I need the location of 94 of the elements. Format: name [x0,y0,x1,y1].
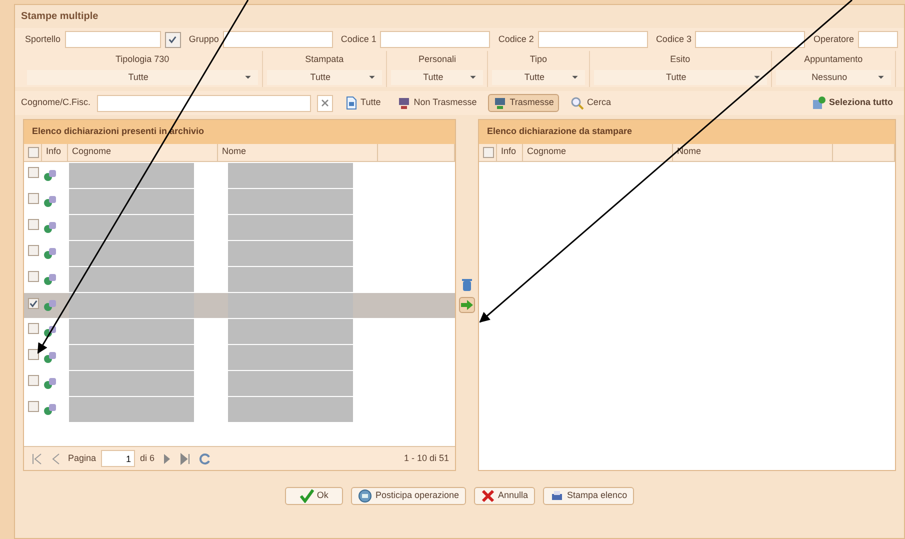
filter-button[interactable]: Trasmesse [488,94,559,112]
field-label: Codice 1 [340,32,376,46]
input-field[interactable] [538,31,648,48]
panel-header: Elenco dichiarazioni presenti in archivio [24,120,455,144]
input-field[interactable] [380,31,490,48]
checkbox[interactable] [28,401,39,412]
info-icon [43,272,57,286]
caret-icon [752,73,761,82]
caret-icon [877,73,886,82]
info-icon [43,194,57,208]
filter-label: Esito [669,53,692,66]
info-icon [43,350,57,364]
checkbox[interactable] [28,146,39,158]
close-icon [481,489,495,503]
info-icon [43,376,57,390]
action-button[interactable]: Stampa elenco [543,487,634,505]
column-header: Info [497,144,523,160]
checkbox[interactable] [28,167,39,178]
filter-label: Personali [417,53,457,66]
search-field[interactable] [96,94,311,112]
caret-icon [244,73,252,82]
info-icon [43,220,57,234]
page-field[interactable]: 1 [101,450,136,467]
page-count: di 6 [140,452,155,465]
caret-icon [368,73,376,82]
field-label: Cognome/C.Fisc. [21,96,91,110]
checkbox[interactable] [483,146,494,158]
window-title: Stampe multiple [20,10,100,24]
trash-icon [460,278,474,292]
record-count: 1 - 10 di 51 [404,452,449,465]
select-all-button[interactable]: Seleziona tutto [806,94,898,112]
pager-label: Pagina [68,452,96,465]
printer-icon [550,489,564,503]
right-arrow-icon [460,298,474,312]
document-icon [344,96,358,110]
computer-icon [396,96,411,110]
field-label: Codice 3 [656,32,692,46]
filter-label: Tipo [528,53,548,66]
info-icon [43,168,57,182]
check-icon [29,298,38,308]
filter-label: Stampata [304,53,345,66]
dropdown[interactable]: Tutte [594,70,767,85]
action-button[interactable]: Ok [284,487,344,505]
checkbox[interactable] [28,271,39,282]
check-icon [168,35,178,44]
column-header: Cognome [523,144,673,160]
caret-icon [570,73,579,82]
checkbox[interactable] [164,32,181,48]
column-header: Cognome [68,144,218,160]
checkbox[interactable] [28,298,39,309]
input-field[interactable] [64,31,161,48]
info-icon [43,298,57,312]
info-icon [43,324,57,338]
action-button[interactable]: Posticipa operazione [351,487,466,505]
field-label: Codice 2 [498,32,534,46]
action-button[interactable]: Annulla [474,487,536,505]
search-icon [570,96,584,110]
input-field[interactable] [858,31,898,48]
filter-label: Appuntamento [803,53,864,66]
input-field[interactable] [222,31,333,48]
checkbox[interactable] [28,193,39,204]
filter-button[interactable]: Tutte [338,94,386,112]
field-label: Operatore [813,32,854,46]
column-header: Nome [673,144,833,160]
dropdown[interactable]: Tutte [266,70,382,85]
filter-button[interactable]: Non Trasmesse [392,94,482,112]
panel-header: Elenco dichiarazione da stampare [479,120,895,144]
computer-icon [492,96,507,110]
checkbox[interactable] [28,219,39,230]
filter-label: Tipologia 730 [114,53,170,66]
column-header: Nome [218,144,378,160]
info-icon [43,402,57,416]
move-right-button[interactable] [459,297,475,313]
add-icon [812,96,826,110]
input-field[interactable] [695,31,806,48]
remove-button[interactable] [459,277,475,293]
first-page-icon [30,452,44,466]
refresh-icon [198,452,212,466]
clear-button[interactable] [316,94,333,112]
checkbox[interactable] [28,323,39,334]
dropdown[interactable]: Tutte [492,70,585,85]
field-label: Sportello [25,32,61,46]
info-icon [43,246,57,260]
filter-button[interactable]: Cerca [564,94,616,112]
checkbox[interactable] [28,375,39,386]
dropdown[interactable]: Tutte [391,70,484,85]
dropdown[interactable]: Nessuno [776,70,892,85]
caret-icon [469,73,478,82]
column-header: Info [42,144,68,160]
checkbox[interactable] [28,245,39,256]
dropdown[interactable]: Tutte [27,70,258,85]
field-label: Gruppo [188,32,219,46]
checkbox[interactable] [28,349,39,360]
check-icon [300,489,314,503]
